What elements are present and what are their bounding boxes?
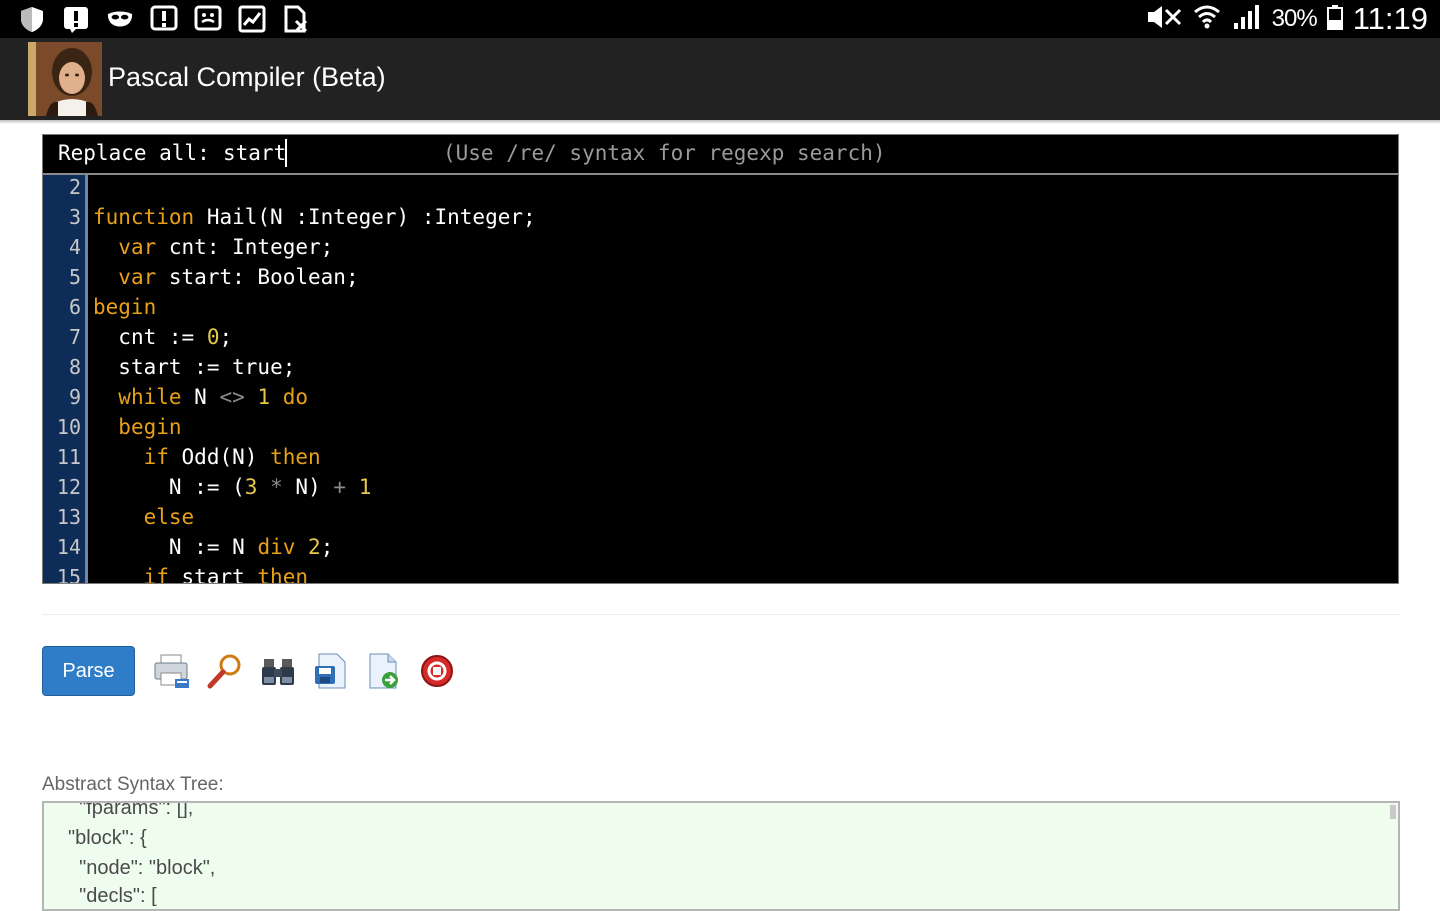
line-number: 9 [68, 385, 81, 409]
code-line: 11 if Odd(N) then [43, 443, 1398, 473]
divider [42, 614, 1399, 615]
line-number: 11 [56, 445, 81, 469]
face-icon [194, 5, 222, 33]
line-number: 6 [68, 295, 81, 319]
code-text: function Hail(N :Integer) :Integer; [93, 205, 536, 229]
code-line: 2 [43, 173, 1398, 203]
pascal-portrait-icon[interactable] [28, 42, 102, 116]
chart-icon [238, 5, 266, 33]
export-document-icon[interactable] [364, 651, 404, 691]
code-text: if start then [143, 565, 308, 584]
app-bar: Pascal Compiler (Beta) [0, 38, 1440, 120]
search-icon[interactable] [205, 651, 245, 691]
code-text: if Odd(N) then [143, 445, 321, 469]
print-icon[interactable] [152, 651, 192, 691]
clock: 11:19 [1352, 1, 1428, 36]
signal-icon [1232, 3, 1262, 36]
code-text: start := true; [118, 355, 296, 379]
line-number: 10 [56, 415, 81, 439]
code-text: var start: Boolean; [118, 265, 359, 289]
code-line: 13 else [43, 503, 1398, 533]
text-cursor [285, 139, 287, 167]
line-number: 14 [56, 535, 81, 559]
line-number: 8 [68, 355, 81, 379]
code-text: else [143, 505, 195, 529]
code-line: 5 var start: Boolean; [43, 263, 1398, 293]
ast-line: "fparams": [], [68, 801, 194, 819]
code-line: 8 start := true; [43, 353, 1398, 383]
stop-icon[interactable] [417, 651, 457, 691]
shield-icon [18, 5, 46, 33]
line-number: 12 [56, 475, 81, 499]
code-text: N := (3 * N) + 1 [168, 475, 372, 499]
line-number: 2 [68, 175, 81, 199]
notification-icons [18, 4, 310, 34]
alert-icon [62, 5, 90, 33]
code-line: 9 while N <> 1 do [43, 383, 1398, 413]
line-number: 7 [68, 325, 81, 349]
mute-icon [1146, 4, 1182, 35]
mask-icon [106, 5, 134, 33]
scrollbar[interactable] [1390, 805, 1396, 819]
replace-input[interactable]: start [223, 141, 286, 165]
status-bar: 30% 11:19 [0, 0, 1440, 38]
app-title: Pascal Compiler (Beta) [108, 62, 386, 92]
replace-label: Replace all: [58, 141, 210, 165]
alert-icon [150, 5, 178, 33]
ast-label: Abstract Syntax Tree: [42, 774, 224, 795]
battery-icon [1326, 4, 1343, 35]
code-text: N := N div 2; [168, 535, 334, 559]
code-line: 4 var cnt: Integer; [43, 233, 1398, 263]
code-line: 14 N := N div 2; [43, 533, 1398, 563]
document-x-icon [282, 5, 310, 33]
code-line: 6 begin [43, 293, 1398, 323]
wifi-icon [1192, 2, 1222, 37]
app-bar-shadow [0, 120, 1440, 124]
line-number: 5 [68, 265, 81, 289]
line-number: 13 [56, 505, 81, 529]
line-number: 3 [68, 205, 81, 229]
line-number: 4 [68, 235, 81, 259]
code-text: begin [118, 415, 182, 439]
code-area[interactable]: 2 3 function Hail(N :Integer) :Integer; 4 v… [43, 173, 1398, 584]
line-number: 15 [56, 565, 81, 584]
ast-line: "block": { [68, 827, 147, 849]
ast-line: "decls": [ [68, 885, 157, 907]
ast-output[interactable]: "fparams": [], "block": { "node": "block… [42, 801, 1400, 911]
code-line: 12 N := (3 * N) + 1 [43, 473, 1398, 503]
code-line: 15 if start then [43, 563, 1398, 584]
code-editor[interactable]: Replace all: start (Use /re/ syntax for … [42, 134, 1399, 584]
code-line: 3 function Hail(N :Integer) :Integer; [43, 203, 1398, 233]
code-text: begin [93, 295, 157, 319]
binoculars-icon[interactable] [258, 651, 298, 691]
code-text: while N <> 1 do [118, 385, 309, 409]
ast-line: "node": "block", [68, 857, 216, 879]
battery-percent: 30% [1271, 5, 1318, 32]
code-text: cnt := 0; [118, 325, 233, 349]
code-line: 7 cnt := 0; [43, 323, 1398, 353]
system-status: 30% 11:19 [1146, 1, 1428, 37]
replace-dialog[interactable]: Replace all: start (Use /re/ syntax for … [43, 135, 1398, 175]
save-document-icon[interactable] [311, 651, 351, 691]
code-text: var cnt: Integer; [118, 235, 334, 259]
code-line: 10 begin [43, 413, 1398, 443]
replace-hint: (Use /re/ syntax for regexp search) [443, 141, 886, 165]
parse-button[interactable]: Parse [42, 646, 135, 696]
